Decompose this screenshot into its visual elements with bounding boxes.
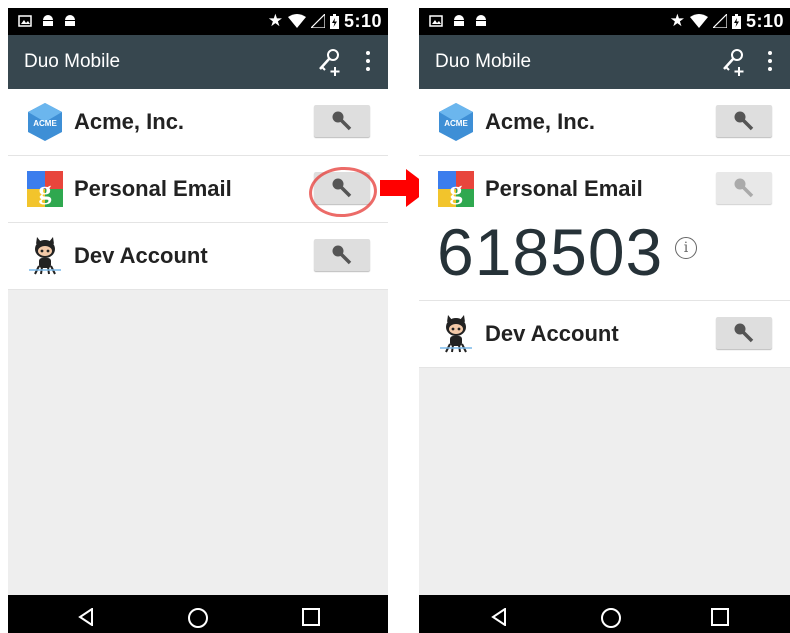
svg-text:ACME: ACME [33, 119, 57, 128]
app-title: Duo Mobile [435, 51, 532, 72]
recent-apps-icon[interactable] [302, 608, 320, 626]
key-icon [332, 245, 352, 265]
image-notification-icon [429, 15, 443, 27]
overflow-menu-icon[interactable] [362, 51, 374, 73]
star-icon: ★ [267, 11, 283, 30]
show-passcode-button[interactable] [314, 105, 370, 137]
recent-apps-icon[interactable] [711, 608, 729, 626]
account-name: Acme, Inc. [74, 109, 185, 134]
image-notification-icon [18, 15, 32, 27]
android-notification-icon [65, 15, 75, 26]
cell-signal-icon [310, 14, 325, 28]
show-passcode-button[interactable] [716, 317, 772, 349]
account-row-acme: ACME Acme, Inc. [8, 89, 388, 156]
overflow-menu-icon[interactable] [764, 51, 776, 73]
account-row-acme: ACME Acme, Inc. [419, 89, 790, 156]
android-notification-icon [476, 15, 486, 26]
app-title: Duo Mobile [24, 51, 121, 72]
app-bar: Duo Mobile [8, 35, 388, 89]
wifi-icon [689, 14, 708, 28]
home-icon[interactable] [601, 608, 621, 628]
account-row-dev: Dev Account [419, 301, 790, 368]
back-icon[interactable] [78, 608, 94, 626]
phone-screen-before: ★ 5:10 Duo Mobile ACME Acme, Inc. g Pers… [8, 8, 388, 633]
google-logo-icon: g [27, 171, 63, 207]
svg-text:g: g [39, 176, 52, 205]
navigation-bar [419, 595, 790, 633]
github-octocat-icon [440, 315, 472, 353]
status-bar: ★ 5:10 [8, 8, 388, 35]
app-bar: Duo Mobile [419, 35, 790, 89]
clock: 5:10 [745, 10, 784, 31]
key-icon [734, 178, 754, 198]
account-name: Dev Account [74, 243, 208, 268]
phone-screen-after: ★ 5:10 Duo Mobile ACME Acme, Inc. g Pers… [419, 8, 790, 633]
add-account-key-icon[interactable] [316, 47, 344, 77]
key-icon [734, 111, 754, 131]
back-icon[interactable] [491, 608, 507, 626]
account-row-personal-email: g Personal Email 618503 i [419, 156, 790, 301]
google-logo-icon: g [438, 171, 474, 207]
show-passcode-button[interactable] [716, 172, 772, 204]
battery-charging-icon [731, 13, 741, 29]
status-bar: ★ 5:10 [419, 8, 790, 35]
account-row-dev: Dev Account [8, 223, 388, 290]
android-notification-icon [454, 15, 464, 26]
show-passcode-button[interactable] [314, 239, 370, 271]
account-name: Dev Account [485, 321, 619, 346]
add-account-key-icon[interactable] [720, 47, 748, 77]
key-icon [734, 323, 754, 343]
clock: 5:10 [343, 10, 382, 31]
navigation-bar [8, 595, 388, 633]
github-octocat-icon [29, 237, 61, 275]
account-list: ACME Acme, Inc. g Personal Email 618503 … [419, 89, 790, 368]
key-icon [332, 111, 352, 131]
acme-logo-icon: ACME [28, 103, 62, 141]
acme-logo-icon: ACME [439, 103, 473, 141]
account-name: Personal Email [485, 176, 643, 201]
battery-charging-icon [329, 13, 339, 29]
show-passcode-button[interactable] [716, 105, 772, 137]
svg-text:ACME: ACME [444, 119, 468, 128]
account-name: Acme, Inc. [485, 109, 596, 134]
passcode-value: 618503 [437, 215, 664, 289]
info-icon[interactable]: i [675, 237, 697, 259]
cell-signal-icon [712, 14, 727, 28]
home-icon[interactable] [188, 608, 208, 628]
account-name: Personal Email [74, 176, 232, 201]
svg-text:g: g [450, 176, 463, 205]
wifi-icon [287, 14, 306, 28]
android-notification-icon [43, 15, 53, 26]
star-icon: ★ [669, 11, 685, 30]
